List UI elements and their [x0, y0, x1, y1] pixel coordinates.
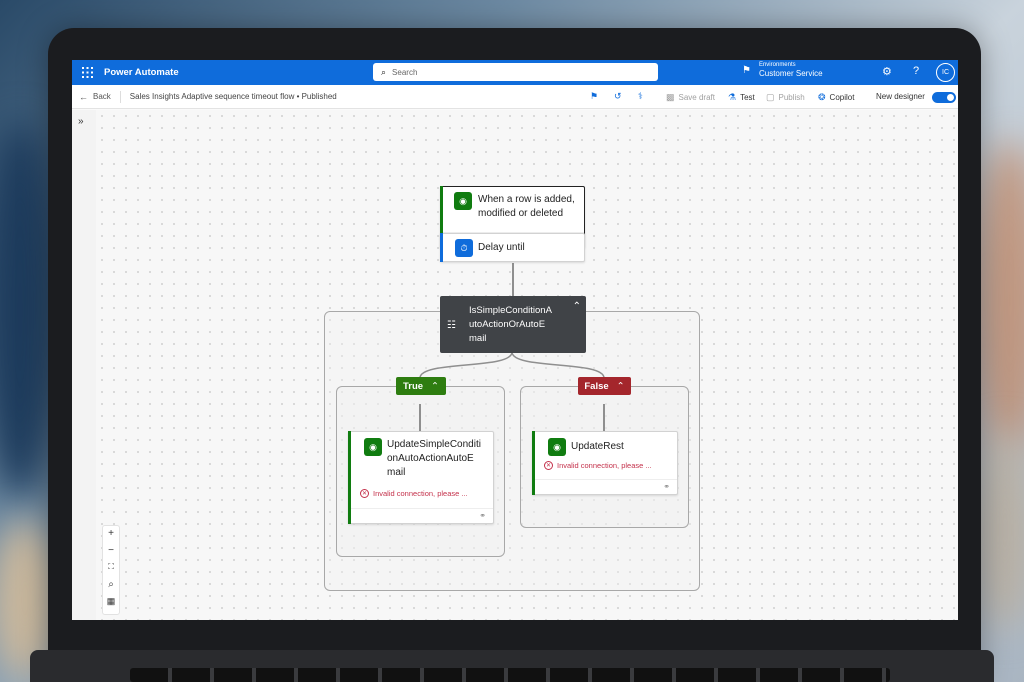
search-input[interactable]: ⌕ Search — [373, 63, 658, 81]
publish-button[interactable]: ▢ Publish — [766, 92, 805, 103]
save-icon: ▩ — [666, 92, 675, 102]
true-action-title-line1: UpdateSimpleConditi — [387, 439, 481, 450]
true-label: True — [402, 380, 424, 392]
false-action-title: UpdateRest — [571, 441, 624, 452]
link-icon: ⚭ — [479, 511, 486, 520]
waffle-icon — [81, 67, 93, 78]
flow-title: Sales Insights Adaptive sequence timeout… — [129, 92, 337, 101]
false-action-node[interactable]: ◉ UpdateRest ✕ Invalid connection, pleas… — [532, 431, 678, 495]
dataverse-icon: ◉ — [364, 438, 382, 456]
delay-node[interactable]: ⏱ Delay until — [440, 233, 585, 262]
back-arrow-icon: ← — [79, 91, 88, 102]
screen: Power Automate ⌕ Search ⚑ Environments C… — [72, 60, 958, 620]
environment-label: Environments — [758, 62, 796, 68]
true-branch-pill[interactable]: True ⌃ — [396, 377, 446, 395]
chevron-up-icon: ⌃ — [616, 380, 625, 392]
left-rail — [72, 110, 96, 620]
dataverse-icon: ◉ — [454, 192, 472, 210]
environment-name: Customer Service — [758, 69, 823, 78]
back-button[interactable]: ← Back — [79, 92, 111, 102]
error-message: ✕ Invalid connection, please ... — [544, 461, 652, 470]
node-accent — [440, 233, 443, 262]
app-title[interactable]: Power Automate — [104, 67, 179, 78]
save-draft-button[interactable]: ▩ Save draft — [666, 92, 715, 103]
condition-title-line2: utoActionOrAutoE — [469, 319, 546, 330]
test-button[interactable]: ⚗ Test — [728, 92, 755, 103]
node-footer: ⚭ — [351, 508, 493, 523]
avatar[interactable]: IC — [936, 63, 955, 82]
divider — [119, 90, 121, 103]
timer-icon: ⏱ — [455, 239, 473, 257]
connector — [512, 263, 514, 297]
background-blur — [975, 140, 1024, 460]
toggle-knob — [947, 94, 954, 101]
chevron-up-icon: ⌃ — [431, 380, 440, 392]
new-designer-toggle[interactable] — [932, 92, 956, 103]
flow-checker-icon[interactable]: ⚕ — [638, 91, 643, 102]
environment-icon: ⚑ — [742, 64, 751, 76]
fit-view-icon[interactable]: ⛶ — [103, 562, 119, 572]
connector — [603, 404, 605, 432]
connector — [419, 404, 421, 432]
delay-title: Delay until — [478, 242, 525, 253]
zoom-out-icon[interactable]: − — [103, 545, 119, 556]
comments-icon[interactable]: ⚑ — [590, 91, 598, 102]
error-text: Invalid connection, please ... — [557, 461, 652, 470]
publish-icon: ▢ — [766, 92, 775, 102]
condition-icon: ☷ — [447, 320, 456, 331]
trigger-title-line1: When a row is added, — [478, 194, 575, 205]
environment-picker[interactable]: ⚑ Environments Customer Service — [742, 61, 823, 79]
false-branch-pill[interactable]: False ⌃ — [578, 377, 631, 395]
new-designer-label: New designer — [876, 92, 925, 101]
trigger-title-line2: modified or deleted — [478, 208, 564, 219]
condition-title-line1: IsSimpleConditionA — [469, 305, 552, 316]
true-action-title-line3: mail — [387, 467, 406, 478]
keyboard-keys — [130, 668, 890, 682]
error-text: Invalid connection, please ... — [373, 489, 468, 498]
test-label: Test — [740, 93, 755, 102]
error-icon: ✕ — [544, 461, 553, 470]
copilot-icon: ❂ — [818, 92, 826, 102]
trigger-title: When a row is added, modified or deleted — [478, 193, 575, 221]
search-icon: ⌕ — [381, 66, 387, 77]
dataverse-icon: ◉ — [548, 438, 566, 456]
zoom-in-icon[interactable]: + — [103, 528, 119, 539]
back-label: Back — [93, 92, 111, 101]
true-action-title-line2: onAutoActionAutoE — [387, 453, 474, 464]
condition-node[interactable]: ☷ IsSimpleConditionA utoActionOrAutoE ma… — [440, 296, 586, 353]
top-bar: Power Automate ⌕ Search ⚑ Environments C… — [72, 60, 958, 85]
node-footer: ⚭ — [535, 479, 677, 494]
help-icon[interactable]: ? — [913, 65, 919, 77]
condition-title: IsSimpleConditionA utoActionOrAutoE mail — [469, 304, 552, 346]
expand-panel-icon[interactable]: » — [78, 116, 84, 127]
background-blur — [975, 430, 1024, 630]
undo-icon[interactable]: ↺ — [614, 91, 622, 102]
error-message: ✕ Invalid connection, please ... — [360, 489, 468, 498]
collapse-chevron-icon[interactable]: ⌃ — [573, 301, 581, 312]
false-label: False — [584, 380, 609, 392]
search-placeholder: Search — [392, 67, 418, 77]
true-action-title: UpdateSimpleConditi onAutoActionAutoE ma… — [387, 438, 481, 480]
true-action-node[interactable]: ◉ UpdateSimpleConditi onAutoActionAutoE … — [348, 431, 494, 524]
error-icon: ✕ — [360, 489, 369, 498]
copilot-label: Copilot — [829, 93, 855, 102]
link-icon: ⚭ — [663, 482, 670, 491]
app-launcher-icon[interactable] — [73, 67, 101, 78]
publish-label: Publish — [778, 93, 805, 102]
minimap-icon[interactable]: ▦ — [103, 596, 119, 607]
zoom-controls: + − ⛶ ⌕ ▦ — [102, 525, 120, 615]
save-draft-label: Save draft — [678, 93, 715, 102]
condition-title-line3: mail — [469, 333, 487, 344]
settings-gear-icon[interactable]: ⚙ — [882, 65, 892, 78]
copilot-button[interactable]: ❂ Copilot — [818, 92, 854, 103]
flow-canvas[interactable]: ◉ When a row is added, modified or delet… — [96, 110, 958, 620]
beaker-icon: ⚗ — [728, 92, 737, 102]
search-canvas-icon[interactable]: ⌕ — [103, 579, 119, 590]
